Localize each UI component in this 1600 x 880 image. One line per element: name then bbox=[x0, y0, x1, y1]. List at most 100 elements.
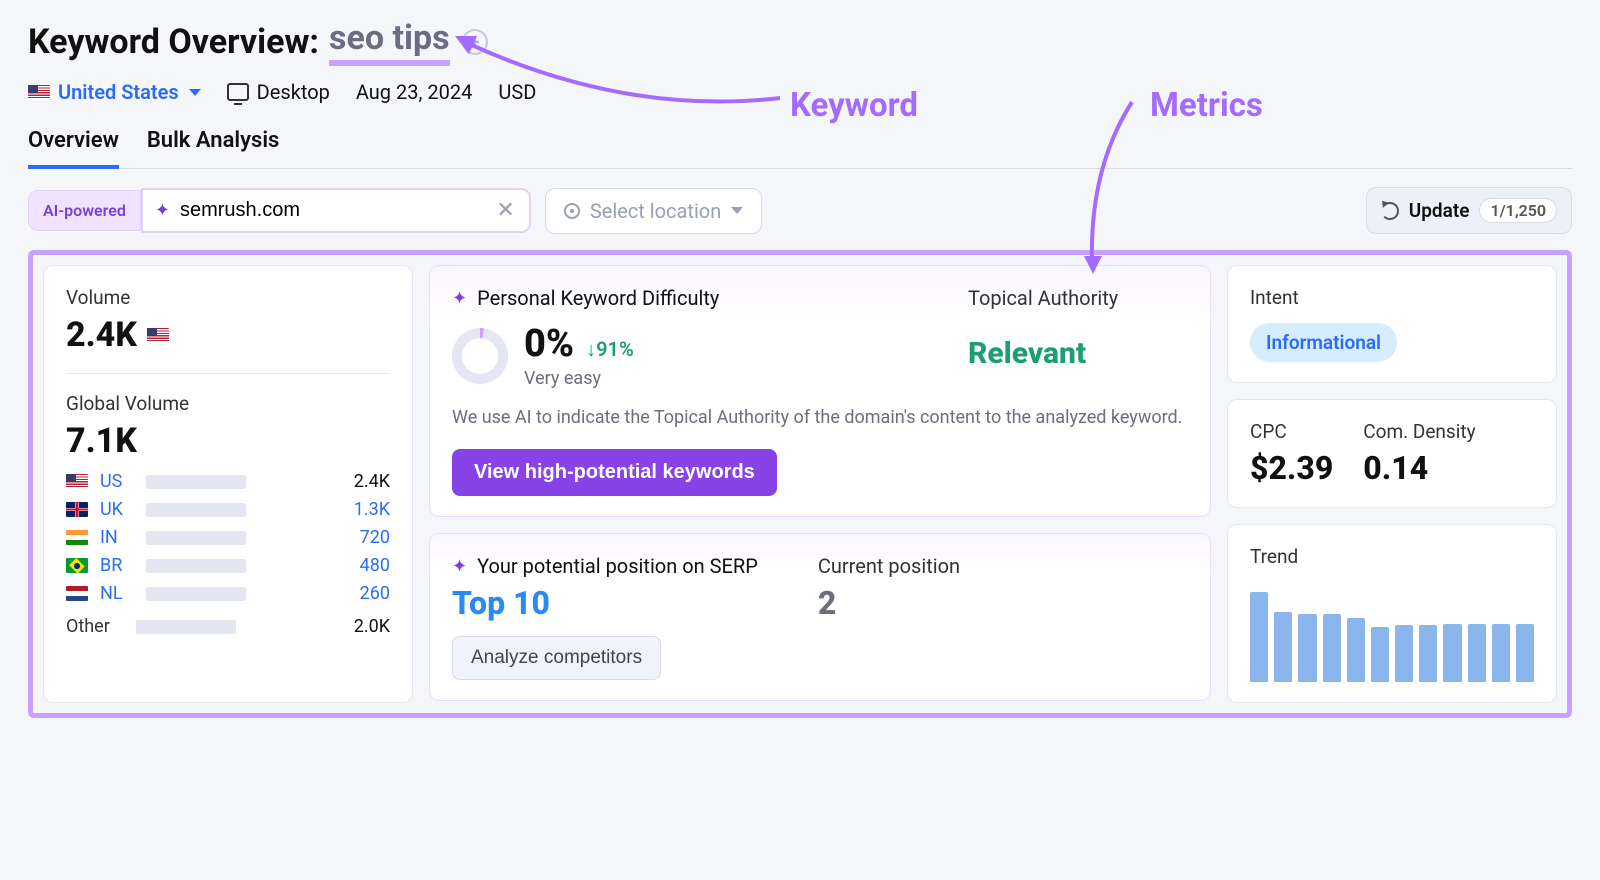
trend-bar bbox=[1468, 624, 1486, 682]
global-volume-row[interactable]: BR 480 bbox=[66, 555, 390, 576]
volume-label: Volume bbox=[66, 286, 390, 309]
trend-label: Trend bbox=[1250, 545, 1534, 568]
device-label: Desktop bbox=[257, 80, 330, 104]
country-code: NL bbox=[100, 583, 134, 604]
cpc-label: CPC bbox=[1250, 420, 1333, 443]
difficulty-donut-icon bbox=[452, 328, 508, 384]
metrics-grid: Volume 2.4K Global Volume 7.1K US 2.4K UK 1… bbox=[28, 250, 1572, 718]
tab-overview[interactable]: Overview bbox=[28, 128, 119, 169]
intent-label: Intent bbox=[1250, 286, 1534, 309]
chevron-down-icon bbox=[731, 207, 743, 214]
in-flag-icon bbox=[66, 530, 88, 545]
cpc-density-card: CPC $2.39 Com. Density 0.14 bbox=[1227, 399, 1557, 508]
trend-bar bbox=[1347, 618, 1365, 682]
us-flag-icon bbox=[28, 85, 50, 100]
view-high-potential-button[interactable]: View high-potential keywords bbox=[452, 449, 777, 496]
global-volume-row[interactable]: UK 1.3K bbox=[66, 499, 390, 520]
trend-bar bbox=[1298, 614, 1316, 682]
volume-bar bbox=[146, 587, 246, 601]
date-indicator: Aug 23, 2024 bbox=[356, 80, 473, 104]
global-volume-row[interactable]: US 2.4K bbox=[66, 471, 390, 492]
topical-authority-label: Topical Authority bbox=[968, 286, 1188, 310]
page-title-keyword: seo tips bbox=[329, 18, 450, 66]
trend-bar bbox=[1323, 614, 1341, 682]
update-button[interactable]: Update 1/1,250 bbox=[1366, 187, 1572, 234]
header-meta-row: United States Desktop Aug 23, 2024 USD bbox=[28, 80, 1572, 104]
location-placeholder: Select location bbox=[590, 199, 721, 223]
update-label: Update bbox=[1409, 199, 1470, 222]
country-volume: 720 bbox=[334, 527, 390, 548]
density-label: Com. Density bbox=[1363, 420, 1475, 443]
density-value: 0.14 bbox=[1363, 449, 1475, 487]
cpc-value: $2.39 bbox=[1250, 449, 1333, 487]
volume-bar bbox=[146, 559, 246, 573]
country-code: BR bbox=[100, 555, 134, 576]
pkd-helper-text: We use AI to indicate the Topical Author… bbox=[452, 405, 1188, 431]
trend-bar bbox=[1274, 612, 1292, 682]
filter-bar: AI-powered ✦ ✕ Select location Update 1/… bbox=[28, 169, 1572, 250]
country-volume: 260 bbox=[334, 583, 390, 604]
trend-bar bbox=[1371, 627, 1389, 682]
global-volume-row[interactable]: IN720 bbox=[66, 527, 390, 548]
add-keyword-icon[interactable]: + bbox=[462, 29, 488, 55]
trend-chart bbox=[1250, 582, 1534, 682]
page-title-static: Keyword Overview: bbox=[28, 22, 319, 62]
global-volume-row[interactable]: NL 260 bbox=[66, 583, 390, 604]
serp-potential-value: Top 10 bbox=[452, 584, 758, 622]
other-label: Other bbox=[66, 616, 124, 637]
volume-card: Volume 2.4K Global Volume 7.1K US 2.4K UK 1… bbox=[43, 265, 413, 703]
trend-bar bbox=[1395, 625, 1413, 682]
page-title-row: Keyword Overview: seo tips + bbox=[28, 18, 1572, 66]
country-label: United States bbox=[58, 80, 179, 104]
country-code: UK bbox=[100, 499, 134, 520]
domain-input-wrapper[interactable]: ✦ ✕ bbox=[141, 188, 531, 233]
sparkle-icon: ✦ bbox=[452, 288, 467, 309]
date-label: Aug 23, 2024 bbox=[356, 80, 473, 104]
device-indicator: Desktop bbox=[227, 80, 330, 104]
intent-chip: Informational bbox=[1250, 323, 1397, 362]
trend-bar bbox=[1492, 624, 1510, 682]
intent-card: Intent Informational bbox=[1227, 265, 1557, 383]
global-volume-label: Global Volume bbox=[66, 392, 390, 415]
uk-flag-icon bbox=[66, 502, 88, 517]
sparkle-icon: ✦ bbox=[452, 556, 467, 577]
us-flag-icon bbox=[66, 474, 88, 489]
other-value: 2.0K bbox=[334, 616, 390, 637]
serp-position-card: ✦ Your potential position on SERP Top 10… bbox=[429, 533, 1211, 701]
chevron-down-icon bbox=[189, 89, 201, 96]
country-code: US bbox=[100, 471, 134, 492]
location-selector[interactable]: Select location bbox=[545, 188, 762, 234]
us-flag-icon bbox=[147, 328, 169, 343]
tab-bulk-analysis[interactable]: Bulk Analysis bbox=[147, 128, 280, 168]
current-position-label: Current position bbox=[818, 554, 960, 578]
pkd-subtitle: Very easy bbox=[524, 368, 634, 389]
pkd-percent: 0% bbox=[524, 322, 574, 366]
serp-potential-title: ✦ Your potential position on SERP bbox=[452, 554, 758, 578]
currency-label: USD bbox=[498, 80, 536, 104]
trend-bar bbox=[1443, 624, 1461, 682]
nl-flag-icon bbox=[66, 586, 88, 601]
analyze-competitors-button[interactable]: Analyze competitors bbox=[452, 636, 661, 680]
trend-bar bbox=[1419, 625, 1437, 682]
trend-bar bbox=[1516, 624, 1534, 682]
topical-authority-value: Relevant bbox=[968, 336, 1188, 371]
country-volume: 480 bbox=[334, 555, 390, 576]
location-pin-icon bbox=[564, 203, 580, 219]
country-selector[interactable]: United States bbox=[28, 80, 201, 104]
country-volume: 2.4K bbox=[334, 471, 390, 492]
trend-bar bbox=[1250, 592, 1268, 682]
pkd-delta: ↓91% bbox=[586, 337, 634, 362]
clear-input-icon[interactable]: ✕ bbox=[496, 198, 514, 223]
update-count: 1/1,250 bbox=[1479, 198, 1557, 223]
global-volume-value: 7.1K bbox=[66, 421, 390, 461]
refresh-icon bbox=[1381, 202, 1399, 220]
tab-bar: Overview Bulk Analysis bbox=[28, 128, 1572, 169]
divider bbox=[66, 373, 390, 374]
volume-bar bbox=[146, 475, 246, 489]
br-flag-icon bbox=[66, 558, 88, 573]
desktop-icon bbox=[227, 83, 249, 101]
trend-card: Trend bbox=[1227, 524, 1557, 703]
current-position-value: 2 bbox=[818, 584, 960, 622]
domain-input[interactable] bbox=[180, 199, 486, 222]
country-volume: 1.3K bbox=[334, 499, 390, 520]
